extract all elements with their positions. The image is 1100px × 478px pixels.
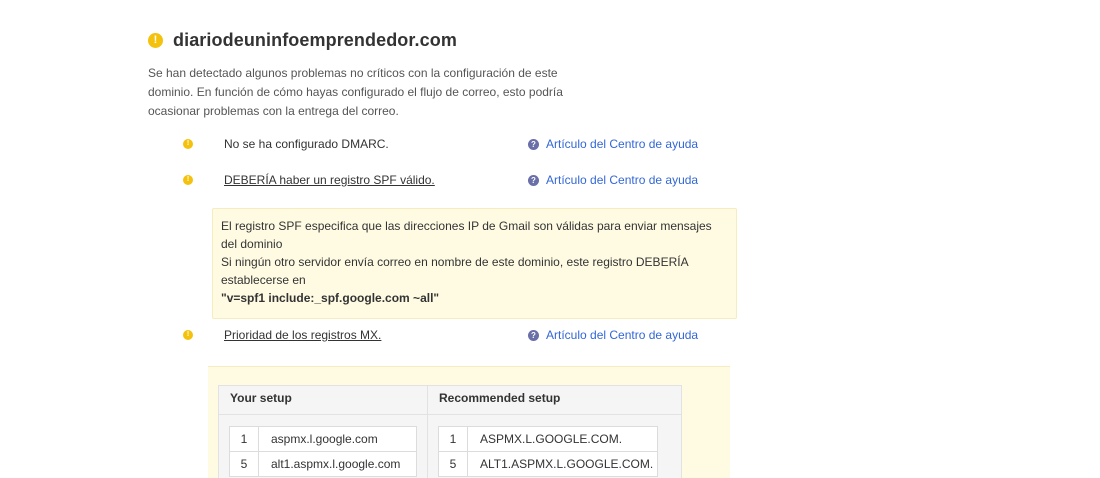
issue-text: No se ha configurado DMARC. [224,137,389,151]
recommended-setup-rows: 1 ASPMX.L.GOOGLE.COM. 5 ALT1.ASPMX.L.GOO… [438,426,658,477]
help-center-link[interactable]: ? Artículo del Centro de ayuda [528,328,698,342]
mx-comparison-table: Your setup 1 aspmx.l.google.com 5 alt1.a… [218,385,682,478]
domain-check-page: ! diariodeuninfoemprendedor.com Se han d… [0,0,1100,478]
domain-header: ! diariodeuninfoemprendedor.com [148,30,457,51]
domain-title: diariodeuninfoemprendedor.com [173,30,457,50]
issue-toggle-spf[interactable]: DEBERÍA haber un registro SPF válido. [224,173,435,187]
issue-row-dmarc: ! No se ha configurado DMARC. ? Artículo… [183,134,698,154]
help-center-link[interactable]: ? Artículo del Centro de ayuda [528,137,698,151]
mx-priority: 1 [439,427,468,451]
divider [219,414,427,415]
help-icon: ? [528,174,539,186]
your-setup-rows: 1 aspmx.l.google.com 5 alt1.aspmx.l.goog… [229,426,417,477]
warning-icon: ! [148,33,163,48]
help-icon: ? [528,138,539,150]
help-icon: ? [528,329,539,341]
mx-priority: 5 [230,452,259,476]
mx-host: ASPMX.L.GOOGLE.COM. [480,432,623,446]
your-setup-column: Your setup 1 aspmx.l.google.com 5 alt1.a… [219,386,428,478]
help-center-link[interactable]: ? Artículo del Centro de ayuda [528,173,698,187]
mx-host: aspmx.l.google.com [271,432,378,446]
mx-host: alt1.aspmx.l.google.com [271,457,401,471]
mx-details-box: Your setup 1 aspmx.l.google.com 5 alt1.a… [208,366,730,478]
issue-row-mx: ! Prioridad de los registros MX. ? Artíc… [183,325,698,345]
table-row: 5 ALT1.ASPMX.L.GOOGLE.COM. [439,452,657,477]
intro-text: Se han detectado algunos problemas no cr… [148,66,563,118]
issue-toggle-mx[interactable]: Prioridad de los registros MX. [224,328,381,342]
warning-icon: ! [183,330,193,340]
spf-description: El registro SPF especifica que las direc… [221,219,712,251]
help-link-label[interactable]: Artículo del Centro de ayuda [546,137,698,151]
warning-icon: ! [183,175,193,185]
mx-priority: 5 [439,452,468,476]
divider [428,414,681,415]
table-row: 1 aspmx.l.google.com [230,427,416,452]
help-link-label[interactable]: Artículo del Centro de ayuda [546,173,698,187]
spf-recommendation: Si ningún otro servidor envía correo en … [221,255,688,287]
table-row: 1 ASPMX.L.GOOGLE.COM. [439,427,657,452]
recommended-setup-header: Recommended setup [439,391,561,405]
spf-record: "v=spf1 include:_spf.google.com ~all" [221,291,440,305]
mx-priority: 1 [230,427,259,451]
help-link-label[interactable]: Artículo del Centro de ayuda [546,328,698,342]
issue-row-spf: ! DEBERÍA haber un registro SPF válido. … [183,170,698,190]
your-setup-header: Your setup [230,391,292,405]
table-row: 5 alt1.aspmx.l.google.com [230,452,416,477]
warning-icon: ! [183,139,193,149]
mx-host: ALT1.ASPMX.L.GOOGLE.COM. [480,457,654,471]
spf-details-box: El registro SPF especifica que las direc… [212,208,737,319]
recommended-setup-column: Recommended setup 1 ASPMX.L.GOOGLE.COM. … [428,386,681,478]
